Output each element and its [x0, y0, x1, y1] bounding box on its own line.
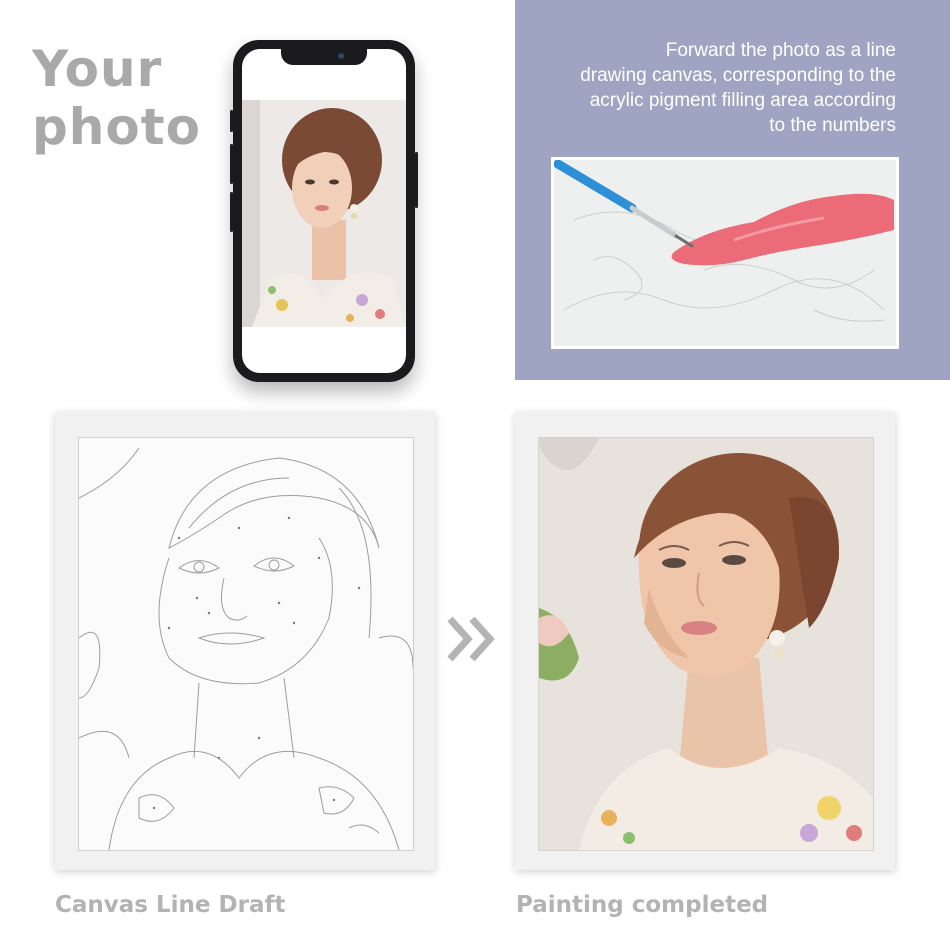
info-text-line-4: to the numbers: [769, 115, 896, 136]
phone-notch: [281, 49, 367, 65]
phone-volume-up-button: [230, 144, 233, 184]
painting-process-illustration: [553, 159, 896, 346]
completed-painting-surface: [538, 437, 874, 851]
double-chevron-right-icon: [447, 616, 495, 662]
info-text-line-2: drawing canvas, corresponding to the: [580, 65, 896, 86]
caption-canvas-line-draft: Canvas Line Draft: [55, 892, 286, 918]
phone-mockup: [230, 40, 418, 382]
canvas-painting-completed: [515, 412, 895, 870]
headline-line-1: Your: [32, 40, 163, 98]
info-text-line-3: acrylic pigment filling area according: [589, 90, 896, 111]
caption-painting-completed: Painting completed: [516, 892, 769, 918]
phone-screen: [242, 49, 406, 373]
front-camera-icon: [338, 53, 344, 59]
painting-process-photo: [551, 157, 899, 349]
headline-your-photo: Your photo: [32, 40, 201, 156]
line-draft-drawing: [78, 447, 414, 851]
portrait-photo: [242, 100, 406, 327]
info-text: Forward the photo as a line drawing canv…: [536, 38, 896, 138]
phone-mute-switch: [230, 110, 233, 132]
phone-power-button: [415, 152, 418, 208]
phone-volume-down-button: [230, 192, 233, 232]
info-text-line-1: Forward the photo as a line: [665, 40, 896, 61]
headline-line-2: photo: [32, 98, 201, 156]
completed-painting: [539, 438, 873, 850]
line-draft-surface: [78, 437, 414, 851]
canvas-line-draft: [55, 412, 435, 870]
